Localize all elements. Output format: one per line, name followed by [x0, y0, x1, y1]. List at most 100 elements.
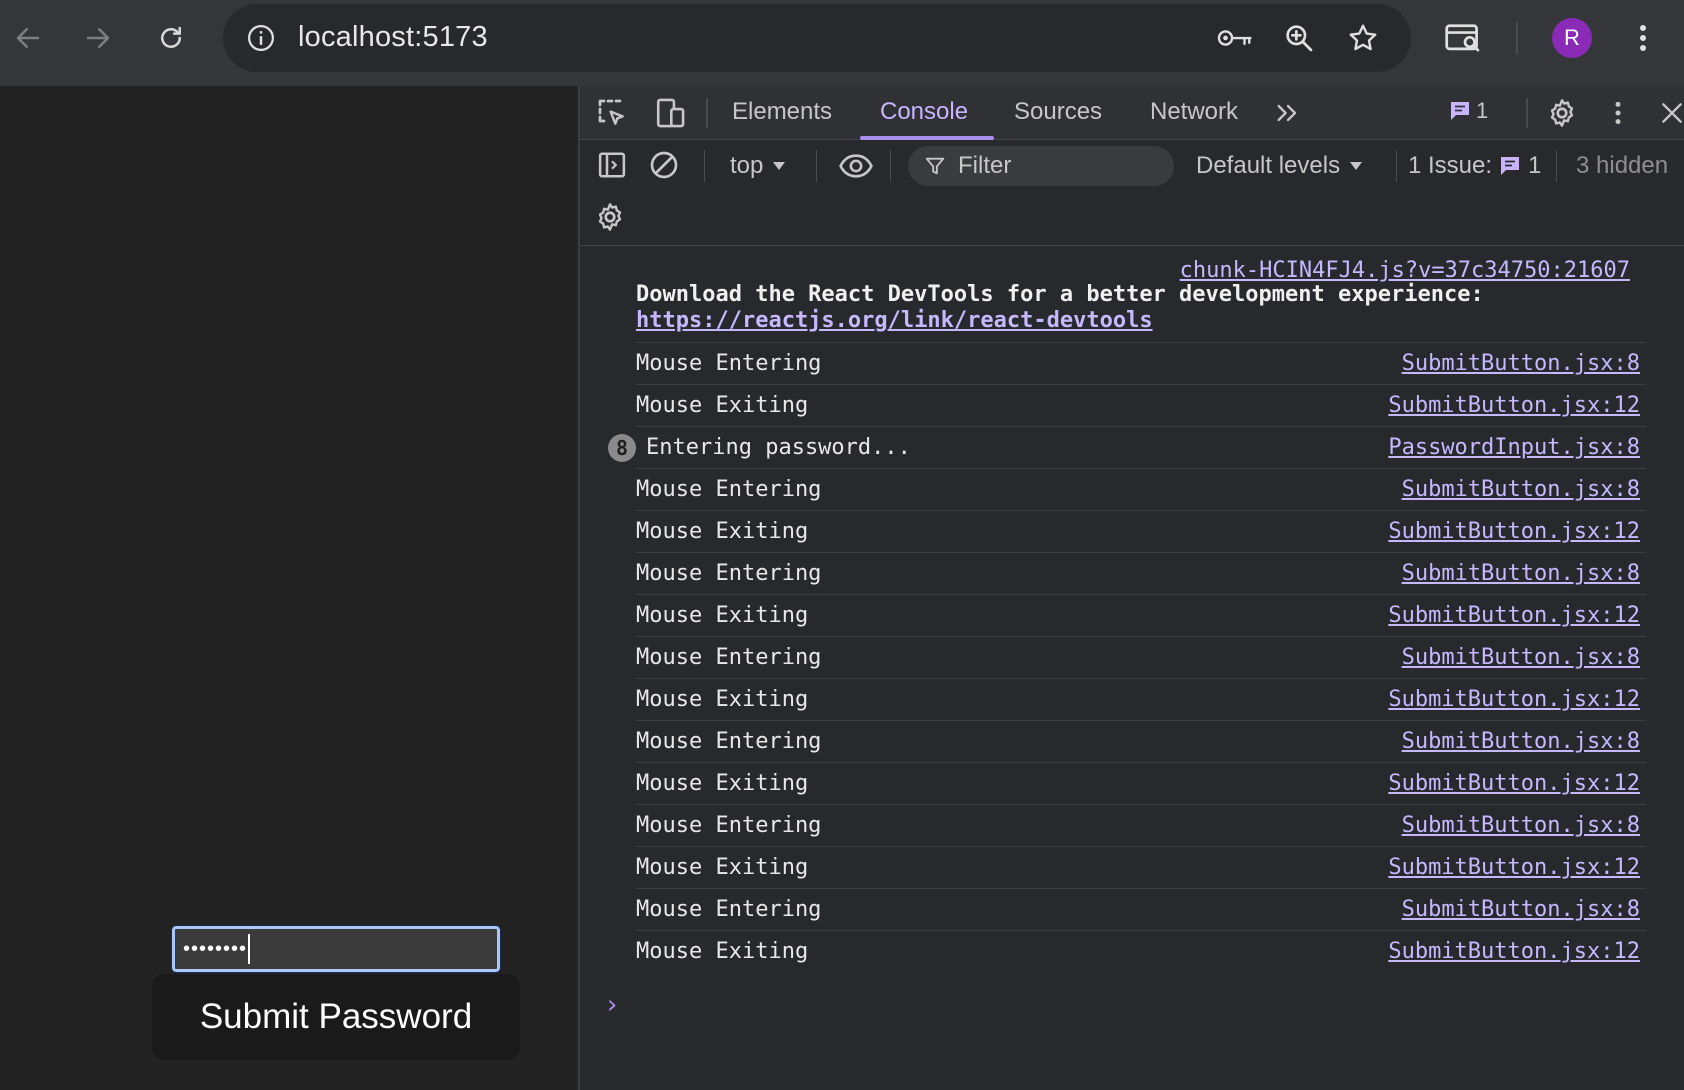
- console-log-row: Mouse Entering SubmitButton.jsx:8: [636, 888, 1646, 930]
- devtools-msg-source-link[interactable]: chunk-HCIN4FJ4.js?v=37c34750:21607: [1180, 258, 1630, 283]
- console-output: chunk-HCIN4FJ4.js?v=37c34750:21607 Downl…: [580, 250, 1684, 1090]
- log-source-link[interactable]: SubmitButton.jsx:12: [1388, 603, 1640, 628]
- live-expression-eye-icon[interactable]: [836, 147, 876, 185]
- console-log-row: Mouse Entering SubmitButton.jsx:8: [636, 804, 1646, 846]
- tab-sources[interactable]: Sources: [1014, 98, 1102, 126]
- devtools-menu-icon[interactable]: [1598, 94, 1638, 132]
- issues-label: 1 Issue:: [1408, 152, 1493, 179]
- log-source-link[interactable]: PasswordInput.jsx:8: [1388, 435, 1640, 460]
- log-message: Mouse Entering: [636, 351, 822, 376]
- console-log-row: 8 Entering password... PasswordInput.jsx:8: [608, 426, 1646, 468]
- filter-placeholder: Filter: [958, 152, 1012, 179]
- console-log-row: Mouse Entering SubmitButton.jsx:8: [636, 342, 1646, 384]
- devtools-panel: Elements Console Sources Network 1 top F…: [578, 86, 1684, 1090]
- settings-gear-icon[interactable]: [1542, 94, 1582, 132]
- devtools-tabbar: Elements Console Sources Network 1: [580, 86, 1684, 140]
- clear-console-icon[interactable]: [644, 146, 684, 184]
- context-selector[interactable]: top: [730, 152, 787, 180]
- password-input[interactable]: ••••••••: [171, 925, 501, 973]
- log-message: Mouse Entering: [636, 561, 822, 586]
- log-source-link[interactable]: SubmitButton.jsx:8: [1402, 897, 1640, 922]
- chevron-down-icon: [1350, 162, 1363, 170]
- log-source-link[interactable]: SubmitButton.jsx:12: [1388, 939, 1640, 964]
- log-message: Mouse Entering: [636, 813, 822, 838]
- log-source-link[interactable]: SubmitButton.jsx:8: [1402, 813, 1640, 838]
- page-viewport: •••••••• Submit Password: [0, 86, 578, 1090]
- context-value: top: [730, 152, 764, 179]
- log-message: Mouse Exiting: [636, 771, 809, 796]
- repeat-count-badge: 8: [608, 433, 636, 462]
- log-message: Mouse Exiting: [636, 393, 809, 418]
- arrow-left-icon: [16, 28, 40, 48]
- address-bar[interactable]: localhost:5173: [223, 4, 1411, 72]
- log-source-link[interactable]: SubmitButton.jsx:8: [1402, 477, 1640, 502]
- tabbar-divider: [706, 98, 708, 128]
- password-value: ••••••••: [183, 937, 248, 960]
- console-log-row: Mouse Entering SubmitButton.jsx:8: [636, 720, 1646, 762]
- console-log-row: Mouse Entering SubmitButton.jsx:8: [636, 552, 1646, 594]
- console-log-row: Mouse Exiting SubmitButton.jsx:12: [636, 384, 1646, 426]
- submit-password-button[interactable]: Submit Password: [152, 974, 520, 1060]
- log-source-link[interactable]: SubmitButton.jsx:8: [1402, 351, 1640, 376]
- tab-elements[interactable]: Elements: [732, 98, 832, 126]
- browser-menu-icon[interactable]: [1622, 18, 1664, 58]
- issues-counter[interactable]: 1 Issue: 1: [1408, 152, 1541, 180]
- log-message: Mouse Exiting: [636, 687, 809, 712]
- console-log-row: Mouse Entering SubmitButton.jsx:8: [636, 636, 1646, 678]
- log-source-link[interactable]: SubmitButton.jsx:12: [1388, 771, 1640, 796]
- log-source-link[interactable]: SubmitButton.jsx:8: [1402, 729, 1640, 754]
- issues-badge[interactable]: 1: [1448, 98, 1488, 124]
- console-log-row: Mouse Exiting SubmitButton.jsx:12: [636, 594, 1646, 636]
- profile-avatar[interactable]: R: [1552, 18, 1592, 58]
- log-source-link[interactable]: SubmitButton.jsx:8: [1402, 645, 1640, 670]
- console-log-row: Mouse Exiting SubmitButton.jsx:12: [636, 762, 1646, 804]
- log-levels-value: Default levels: [1196, 152, 1341, 179]
- filter-input[interactable]: Filter: [908, 146, 1174, 186]
- forward-button[interactable]: [78, 18, 118, 58]
- close-devtools-icon[interactable]: [1652, 94, 1684, 132]
- browser-toolbar: localhost:5173 R: [0, 0, 1684, 86]
- console-log-row: Mouse Exiting SubmitButton.jsx:12: [636, 846, 1646, 888]
- bookmark-star-icon[interactable]: [1343, 20, 1383, 56]
- log-message: Mouse Exiting: [636, 603, 809, 628]
- zoom-icon[interactable]: [1279, 20, 1319, 56]
- log-message: Mouse Entering: [636, 897, 822, 922]
- issues-badge-count: 1: [1476, 98, 1489, 123]
- toolbar-divider: [1556, 150, 1557, 182]
- reload-button[interactable]: [151, 18, 191, 58]
- more-tabs-chevron-icon[interactable]: [1268, 94, 1308, 132]
- console-toolbar-row2: [580, 194, 1684, 246]
- toolbar-divider: [890, 150, 891, 182]
- inspect-element-icon[interactable]: [592, 94, 632, 132]
- chevron-down-icon: [773, 162, 786, 170]
- console-settings-gear-icon[interactable]: [590, 198, 630, 236]
- back-button[interactable]: [8, 18, 48, 58]
- log-message: Mouse Exiting: [636, 519, 809, 544]
- console-prompt-chevron-icon[interactable]: ›: [604, 990, 620, 1020]
- log-levels-dropdown[interactable]: Default levels: [1196, 152, 1364, 180]
- console-log-row: Mouse Entering SubmitButton.jsx:8: [636, 468, 1646, 510]
- filter-funnel-icon: [925, 157, 945, 175]
- tab-console[interactable]: Console: [880, 98, 968, 126]
- console-log-row: Mouse Exiting SubmitButton.jsx:12: [636, 510, 1646, 552]
- log-message: Entering password...: [646, 435, 911, 460]
- arrow-right-icon: [86, 28, 110, 48]
- console-log-row: Mouse Exiting SubmitButton.jsx:12: [636, 678, 1646, 720]
- site-info-icon[interactable]: [243, 20, 279, 56]
- log-source-link[interactable]: SubmitButton.jsx:12: [1388, 855, 1640, 880]
- tab-search-icon[interactable]: [1442, 18, 1484, 58]
- reload-icon: [161, 26, 181, 48]
- toolbar-divider: [1396, 150, 1397, 182]
- log-message: Mouse Exiting: [636, 855, 809, 880]
- log-source-link[interactable]: SubmitButton.jsx:8: [1402, 561, 1640, 586]
- device-toolbar-icon[interactable]: [650, 94, 690, 132]
- log-message: Mouse Entering: [636, 729, 822, 754]
- log-source-link[interactable]: SubmitButton.jsx:12: [1388, 687, 1640, 712]
- tab-network[interactable]: Network: [1150, 98, 1238, 126]
- react-devtools-link[interactable]: https://reactjs.org/link/react-devtools: [636, 308, 1153, 333]
- log-source-link[interactable]: SubmitButton.jsx:12: [1388, 519, 1640, 544]
- log-source-link[interactable]: SubmitButton.jsx:12: [1388, 393, 1640, 418]
- sidebar-toggle-icon[interactable]: [592, 146, 632, 184]
- console-log-row: Mouse Exiting SubmitButton.jsx:12: [636, 930, 1646, 972]
- key-icon[interactable]: [1215, 20, 1255, 56]
